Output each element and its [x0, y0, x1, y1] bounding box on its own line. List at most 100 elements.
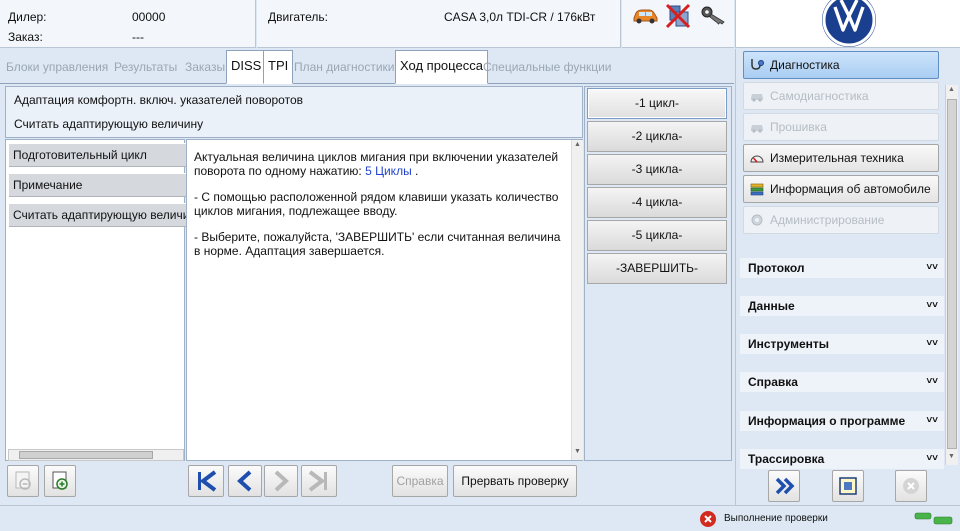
sidebar-vehicle-info-button[interactable]: Информация об автомобиле: [743, 175, 939, 203]
section-data[interactable]: Данные ˅˅: [740, 296, 944, 316]
brand-logo-panel: [735, 0, 960, 48]
content-scrollbar[interactable]: ▲ ▼: [571, 140, 583, 460]
choice-3-cycles-button[interactable]: -3 цикла-: [587, 154, 727, 185]
vw-logo: [822, 0, 876, 47]
previous-step-button[interactable]: [228, 465, 262, 497]
section-protocol[interactable]: Протокол ˅˅: [740, 258, 944, 278]
flash-icon: [751, 125, 763, 133]
tab-orders: Заказы: [185, 60, 226, 74]
help-button[interactable]: Справка: [392, 465, 448, 497]
key-icon: [701, 6, 725, 25]
procedure-title: Адаптация комфортн. включ. указателей по…: [14, 93, 303, 107]
current-value: 5 Циклы: [365, 163, 412, 178]
section-data-label: Данные: [748, 299, 795, 313]
section-tracing-label: Трассировка: [748, 452, 825, 466]
sidebar-admin-label: Администрирование: [770, 213, 885, 227]
engine-value: CASA 3,0л TDI-CR / 176кВт: [444, 10, 596, 24]
section-about-label: Информация о программе: [748, 414, 906, 428]
sidebar-flash-button[interactable]: Прошивка: [743, 113, 939, 141]
next-step-button[interactable]: [264, 465, 298, 497]
step-list: Подготовительный цикл Примечание Считать…: [5, 139, 186, 461]
chevron-down-icon: ˅˅: [926, 300, 938, 311]
chevron-down-icon: ˅˅: [926, 262, 938, 273]
sidebar-scroll-thumb[interactable]: [947, 99, 957, 449]
tab-diss[interactable]: DISS: [226, 50, 267, 84]
previous-step-icon: [237, 470, 252, 492]
tab-results: Результаты: [114, 60, 178, 74]
sidebar-measurement-label: Измерительная техника: [770, 151, 904, 165]
sidebar-self-diagnostics-button[interactable]: Самодиагностика: [743, 82, 939, 110]
car-diag-icon: [751, 94, 763, 102]
engine-label: Двигатель:: [268, 10, 328, 24]
status-bar: Выполнение проверки: [0, 505, 960, 531]
step-item-preparation[interactable]: Подготовительный цикл: [9, 143, 186, 167]
choice-2-cycles-button[interactable]: -2 цикла-: [587, 121, 727, 152]
tab-control-units: Блоки управления: [6, 60, 109, 74]
tab-tpi[interactable]: TPI: [263, 50, 294, 84]
abort-test-button[interactable]: Прервать проверку: [453, 465, 577, 497]
zoom-in-button[interactable]: [44, 465, 76, 497]
fit-window-icon: [839, 477, 857, 495]
instruction-finish: - Выберите, пожалуйста, 'ЗАВЕРШИТЬ' если…: [194, 230, 561, 258]
finish-button[interactable]: -ЗАВЕРШИТЬ-: [587, 253, 727, 284]
bottom-toolbar: Справка Прервать проверку: [0, 461, 734, 505]
step-list-scrollbar[interactable]: [8, 449, 184, 461]
section-tools-label: Инструменты: [748, 337, 830, 351]
chevron-down-icon: ˅˅: [926, 453, 938, 464]
choice-4-cycles-button[interactable]: -4 цикла-: [587, 187, 727, 218]
choice-panel: -1 цикл- -2 цикла- -3 цикла- -4 цикла- -…: [584, 86, 732, 461]
choice-5-cycles-button[interactable]: -5 цикла-: [587, 220, 727, 251]
last-step-icon: [308, 470, 327, 492]
scroll-up-icon[interactable]: ▲: [574, 141, 581, 148]
chevron-down-icon: ˅˅: [926, 376, 938, 387]
sidebar-diagnostics-button[interactable]: Диагностика: [743, 51, 939, 79]
sidebar-vehicle-info-label: Информация об автомобиле: [770, 182, 931, 196]
chevron-down-icon: ˅˅: [926, 338, 938, 349]
tab-process[interactable]: Ход процесса: [395, 50, 488, 84]
sidebar-admin-button[interactable]: Администрирование: [743, 206, 939, 234]
disconnected-icon: [665, 3, 691, 29]
scroll-down-icon[interactable]: ▼: [574, 448, 581, 455]
current-value-tail: .: [411, 163, 419, 178]
tab-bar: Блоки управления Результаты Заказы DISS …: [0, 49, 734, 84]
step-list-scroll-thumb[interactable]: [19, 451, 153, 459]
cancel-button[interactable]: [895, 470, 927, 502]
forward-button[interactable]: [768, 470, 800, 502]
step-item-note[interactable]: Примечание: [9, 173, 186, 197]
sidebar-self-diagnostics-label: Самодиагностика: [770, 89, 869, 103]
sidebar-measurement-button[interactable]: Измерительная техника: [743, 144, 939, 172]
close-icon: [903, 478, 919, 494]
choice-1-cycle-button[interactable]: -1 цикл-: [587, 88, 727, 119]
scroll-down-icon[interactable]: ▼: [948, 453, 955, 460]
section-protocol-label: Протокол: [748, 261, 805, 275]
section-help[interactable]: Справка ˅˅: [740, 372, 944, 392]
fit-window-button[interactable]: [832, 470, 864, 502]
instruction-select: - С помощью расположенной рядом клавиши …: [194, 190, 559, 218]
chevron-down-icon: ˅˅: [926, 415, 938, 426]
error-icon: [700, 511, 716, 527]
procedure-subtitle: Считать адаптирующую величину: [14, 117, 204, 131]
section-about[interactable]: Информация о программе ˅˅: [740, 411, 944, 431]
status-text: Выполнение проверки: [724, 513, 828, 524]
order-value: ---: [132, 30, 144, 44]
gauge-icon: [750, 155, 764, 163]
header-engine-panel: Двигатель: CASA 3,0л TDI-CR / 176кВт: [257, 0, 621, 48]
zoom-in-icon: [52, 471, 68, 490]
header-info-panel: Дилер: 00000 Заказ: ---: [0, 0, 256, 48]
double-chevron-right-icon: [775, 477, 795, 495]
books-icon: [750, 183, 764, 196]
last-step-button[interactable]: [301, 465, 337, 497]
sidebar-scrollbar[interactable]: ▲ ▼: [945, 85, 958, 465]
order-label: Заказ:: [8, 30, 43, 44]
tab-diagnostic-plan: План диагностики: [294, 60, 395, 74]
step-item-read-value[interactable]: Считать адаптирующую величину: [9, 203, 186, 227]
zoom-out-button[interactable]: [7, 465, 39, 497]
car-icon: [633, 9, 658, 24]
procedure-title-box: Адаптация комфортн. включ. указателей по…: [5, 86, 583, 138]
first-step-button[interactable]: [188, 465, 224, 497]
section-tools[interactable]: Инструменты ˅˅: [740, 334, 944, 354]
dealer-value: 00000: [132, 10, 166, 24]
scroll-up-icon[interactable]: ▲: [948, 86, 955, 93]
connection-status-icon: [914, 512, 953, 525]
section-tracing[interactable]: Трассировка ˅˅: [740, 449, 944, 469]
